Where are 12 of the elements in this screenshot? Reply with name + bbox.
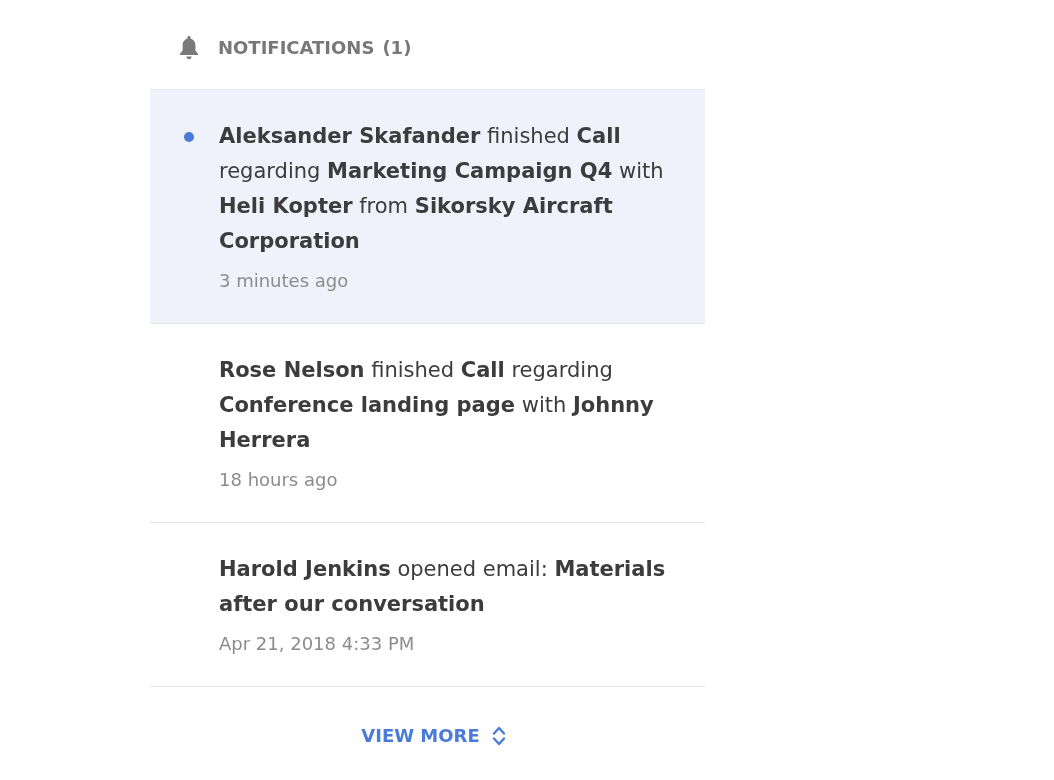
notifications-title: NOTIFICATIONS (218, 36, 375, 60)
notification-text: Harold Jenkins opened email: Materials after our conversation (219, 556, 667, 618)
notification-time: Apr 21, 2018 4:33 PM (219, 632, 416, 656)
notification-item[interactable]: Aleksander Skafander finished Call regarding Marketing Campaign Q4 with Heli Kopter from Sikorsky Aircraft Corporation 3 minutes ago (150, 90, 705, 324)
notification-time: 18 hours ago (219, 468, 339, 492)
bell-icon (179, 35, 199, 60)
notification-text: Rose Nelson finished Call regarding Conference landing page with Johnny Herrera (219, 357, 655, 454)
notification-text: Aleksander Skafander finished Call regarding Marketing Campaign Q4 with Heli Kopter from Sikorsky Aircraft Corporation (219, 123, 665, 255)
notification-time: 3 minutes ago (219, 269, 350, 293)
notifications-count: (1) (382, 36, 412, 60)
chevron-up-down-icon (491, 724, 506, 747)
view-more-button[interactable]: VIEW MORE (361, 722, 506, 749)
